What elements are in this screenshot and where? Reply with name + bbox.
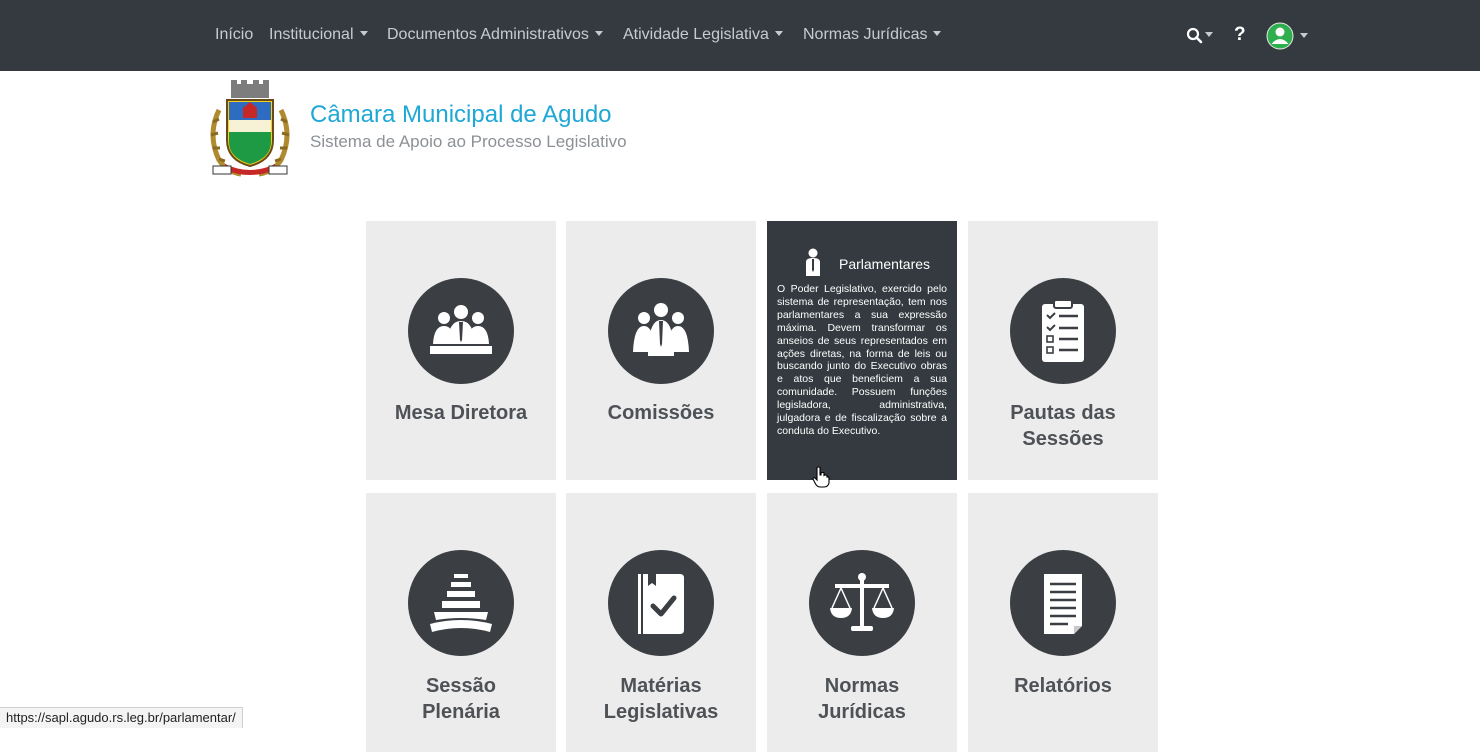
tile-parlamentares-title: Parlamentares xyxy=(839,256,931,272)
hand-pointer-cursor-icon xyxy=(812,466,830,488)
top-navbar: Início Institucional Documentos Administ… xyxy=(0,0,1480,71)
nav-inicio[interactable]: Início xyxy=(215,24,253,46)
tile-mesa-diretora-label: Mesa Diretora xyxy=(394,402,528,424)
nav-atividade-label: Atividade Legislativa xyxy=(623,26,769,43)
nav-documentos-label: Documentos Administrativos xyxy=(387,26,589,43)
plenario-icon xyxy=(408,550,514,656)
chevron-down-icon xyxy=(359,31,368,36)
tile-parlamentares[interactable]: Parlamentares O Poder Legislativo, exerc… xyxy=(767,221,957,480)
tile-comissoes-label: Comissões xyxy=(607,402,715,424)
coat-of-arms-logo[interactable] xyxy=(205,80,295,178)
nav-normas-label: Normas Jurídicas xyxy=(803,26,928,43)
tile-relatorios-label: Relatórios xyxy=(1014,675,1112,697)
book-check-icon xyxy=(608,550,714,656)
comissoes-icon xyxy=(608,278,714,384)
help-icon: ? xyxy=(1234,24,1246,45)
site-header: Câmara Municipal de Agudo Sistema de Apo… xyxy=(205,80,905,180)
help-button[interactable]: ? xyxy=(1234,22,1250,48)
scales-icon xyxy=(809,550,915,656)
tile-materias-label: Matérias Legislativas xyxy=(603,675,719,723)
report-icon xyxy=(1010,550,1116,656)
nav-atividade-legislativa[interactable]: Atividade Legislativa xyxy=(623,24,783,46)
chevron-down-icon xyxy=(594,31,603,36)
tile-parlamentares-description: O Poder Legislativo, exercido pelo siste… xyxy=(777,283,947,437)
site-title[interactable]: Câmara Municipal de Agudo xyxy=(310,101,612,129)
tile-mesa-diretora[interactable]: Mesa Diretora xyxy=(366,221,556,480)
nav-documentos-administrativos[interactable]: Documentos Administrativos xyxy=(387,24,603,46)
tile-relatorios[interactable]: Relatórios xyxy=(968,493,1158,752)
site-subtitle: Sistema de Apoio ao Processo Legislativo xyxy=(310,132,627,151)
chevron-down-icon xyxy=(774,31,783,36)
tile-pautas-das-sessoes[interactable]: Pautas das Sessões xyxy=(968,221,1158,480)
search-dropdown[interactable] xyxy=(1185,22,1219,48)
nav-inicio-label: Início xyxy=(215,26,254,43)
browser-status-bar: https://sapl.agudo.rs.leg.br/parlamentar… xyxy=(0,707,243,728)
clipboard-icon xyxy=(1010,278,1116,384)
mesa-diretora-icon xyxy=(408,278,514,384)
tile-comissoes[interactable]: Comissões xyxy=(566,221,756,480)
parlamentar-icon xyxy=(806,248,820,276)
tile-pautas-label: Pautas das Sessões xyxy=(1010,402,1116,450)
tile-sessao-plenaria-label: Sessão Plenária xyxy=(422,675,500,723)
tile-normas-juridicas-label: Normas Jurídicas xyxy=(818,675,906,723)
user-dropdown[interactable] xyxy=(1266,22,1310,50)
tile-normas-juridicas[interactable]: Normas Jurídicas xyxy=(767,493,957,752)
nav-normas-juridicas[interactable]: Normas Jurídicas xyxy=(803,24,942,46)
user-avatar-icon xyxy=(1266,22,1308,50)
nav-institucional[interactable]: Institucional xyxy=(269,24,368,46)
tile-sessao-plenaria[interactable]: Sessão Plenária xyxy=(366,493,556,752)
search-icon xyxy=(1186,27,1213,44)
nav-institucional-label: Institucional xyxy=(269,26,354,43)
tile-materias-legislativas[interactable]: Matérias Legislativas xyxy=(566,493,756,752)
status-bar-url: https://sapl.agudo.rs.leg.br/parlamentar… xyxy=(6,710,236,725)
chevron-down-icon xyxy=(933,31,942,36)
